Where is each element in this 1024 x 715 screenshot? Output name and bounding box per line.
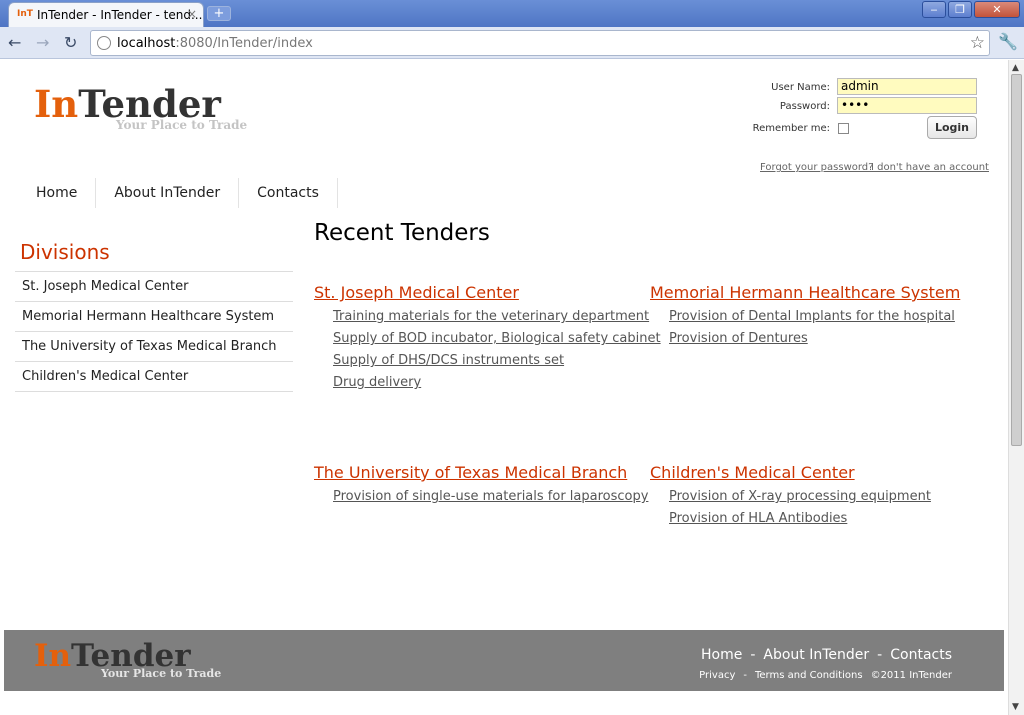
site-tagline: Your Place to Trade xyxy=(116,118,248,132)
divisions-list: St. Joseph Medical Center Memorial Herma… xyxy=(15,271,293,392)
tender-group: Memorial Hermann Healthcare System Provi… xyxy=(650,280,980,350)
login-button[interactable]: Login xyxy=(927,116,977,139)
footer-separator: - xyxy=(750,647,756,663)
tender-link[interactable]: Training materials for the veterinary de… xyxy=(333,306,649,328)
forgot-password-link[interactable]: Forgot your password? xyxy=(760,162,873,173)
tender-link[interactable]: Provision of HLA Antibodies xyxy=(669,508,980,530)
scroll-thumb[interactable] xyxy=(1011,74,1022,446)
username-input[interactable]: admin xyxy=(837,78,977,95)
recent-tenders-title: Recent Tenders xyxy=(314,220,490,246)
footer-terms-link[interactable]: Terms and Conditions xyxy=(755,670,863,681)
globe-icon xyxy=(97,36,111,50)
nav-home[interactable]: Home xyxy=(18,178,97,208)
address-url[interactable]: localhost:8080/InTender/index xyxy=(117,36,313,51)
wrench-icon[interactable]: 🔧 xyxy=(998,32,1018,51)
division-item[interactable]: The University of Texas Medical Branch xyxy=(15,332,293,362)
tender-group-title[interactable]: Children's Medical Center xyxy=(650,460,980,486)
scroll-up-icon[interactable]: ▲ xyxy=(1012,63,1019,73)
tender-group-title[interactable]: The University of Texas Medical Branch xyxy=(314,460,644,486)
tender-group: The University of Texas Medical Branch P… xyxy=(314,460,648,508)
vertical-scrollbar[interactable]: ▲ ▼ xyxy=(1008,60,1024,715)
tender-link[interactable]: Provision of X-ray processing equipment xyxy=(669,486,980,508)
bookmark-star-icon[interactable]: ☆ xyxy=(970,33,985,53)
browser-toolbar: ← → ↻ localhost:8080/InTender/index ☆ 🔧 xyxy=(0,27,1024,59)
footer-tagline: Your Place to Trade xyxy=(101,667,222,680)
tender-link[interactable]: Provision of Dental Implants for the hos… xyxy=(669,306,980,328)
footer-nav-about[interactable]: About InTender xyxy=(763,647,869,663)
minimize-button[interactable]: ‒ xyxy=(922,1,946,18)
tender-link[interactable]: Drug delivery xyxy=(333,372,644,394)
nav-contacts[interactable]: Contacts xyxy=(239,178,338,208)
maximize-button[interactable]: ❐ xyxy=(948,1,972,18)
nav-about[interactable]: About InTender xyxy=(96,178,240,208)
scroll-down-icon[interactable]: ▼ xyxy=(1012,702,1019,712)
tender-link[interactable]: Provision of Dentures xyxy=(669,328,980,350)
footer-legal: Privacy - Terms and Conditions ©2011 InTend… xyxy=(699,670,952,681)
url-host: localhost xyxy=(117,36,176,51)
remember-checkbox[interactable] xyxy=(838,123,849,134)
close-tab-icon[interactable]: × xyxy=(187,7,197,21)
main-nav: Home About InTender Contacts xyxy=(18,178,338,208)
divisions-title: Divisions xyxy=(20,240,110,264)
footer-nav-contacts[interactable]: Contacts xyxy=(890,647,952,663)
browser-tab[interactable]: InT InTender - InTender - tend... × xyxy=(8,2,204,27)
logo-in: In xyxy=(34,82,79,126)
division-item[interactable]: St. Joseph Medical Center xyxy=(15,272,293,302)
footer-separator: - xyxy=(877,647,883,663)
page-content: InTender Your Place to Trade User Name: … xyxy=(0,60,1008,715)
footer-logo-in: In xyxy=(34,638,72,674)
division-item[interactable]: Children's Medical Center xyxy=(15,362,293,392)
tender-link[interactable]: Supply of DHS/DCS instruments set xyxy=(333,350,644,372)
remember-label: Remember me: xyxy=(752,123,830,134)
tab-title: InTender - InTender - tend... xyxy=(37,8,203,22)
tender-group-title[interactable]: Memorial Hermann Healthcare System xyxy=(650,280,980,306)
close-window-button[interactable]: ✕ xyxy=(974,1,1020,18)
password-input[interactable]: •••• xyxy=(837,97,977,114)
address-bar[interactable]: localhost:8080/InTender/index ☆ xyxy=(90,30,990,56)
tender-group: Children's Medical Center Provision of X… xyxy=(650,460,980,530)
footer-nav: Home - About InTender - Contacts xyxy=(701,647,952,663)
tender-group: St. Joseph Medical Center Training mater… xyxy=(314,280,661,394)
back-icon[interactable]: ← xyxy=(8,33,21,52)
browser-titlebar: InT InTender - InTender - tend... × + ‒ … xyxy=(0,0,1024,27)
forward-icon[interactable]: → xyxy=(36,33,49,52)
tender-group-title[interactable]: St. Joseph Medical Center xyxy=(314,280,644,306)
footer-copyright: ©2011 InTender xyxy=(870,670,952,681)
password-label: Password: xyxy=(779,101,830,112)
tender-link[interactable]: Supply of BOD incubator, Biological safe… xyxy=(333,328,661,350)
window-controls: ‒ ❐ ✕ xyxy=(920,1,1020,18)
new-tab-button[interactable]: + xyxy=(207,6,231,21)
tender-link[interactable]: Provision of single-use materials for la… xyxy=(333,486,648,508)
reload-icon[interactable]: ↻ xyxy=(64,33,77,52)
footer-privacy-link[interactable]: Privacy xyxy=(699,670,735,681)
division-item[interactable]: Memorial Hermann Healthcare System xyxy=(15,302,293,332)
footer: InTender Your Place to Trade Home - About … xyxy=(4,630,1004,691)
footer-nav-home[interactable]: Home xyxy=(701,647,742,663)
no-account-link[interactable]: I don't have an account xyxy=(871,162,989,173)
footer-separator: - xyxy=(743,670,747,681)
username-label: User Name: xyxy=(771,82,830,93)
favicon-icon: InT xyxy=(17,9,33,19)
url-path: :8080/InTender/index xyxy=(175,36,313,51)
